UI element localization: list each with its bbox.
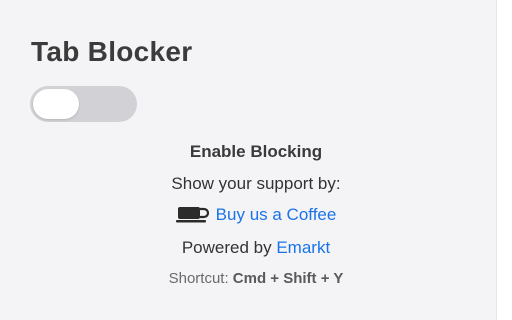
scrollbar-gutter[interactable] (496, 0, 512, 320)
emarkt-link[interactable]: Emarkt (276, 238, 330, 257)
buy-coffee-link[interactable]: Buy us a Coffee (216, 205, 337, 224)
shortcut-keys: Cmd + Shift + Y (232, 270, 344, 287)
support-text: Show your support by: (171, 174, 341, 193)
toggle-knob (33, 89, 79, 119)
powered-by-text: Powered by (181, 238, 272, 257)
scrollbar-divider (496, 0, 497, 320)
powered-by-row: Powered by Emarkt (0, 238, 512, 258)
coffee-cup-icon (175, 206, 210, 228)
enable-blocking-label: Enable Blocking (189, 142, 323, 161)
app-title: Tab Blocker (31, 36, 193, 67)
shortcut-label: Shortcut: (168, 270, 229, 287)
blocking-toggle[interactable] (30, 86, 137, 122)
coffee-row: Buy us a Coffee (0, 205, 512, 228)
popup-panel: Tab Blocker Enable Blocking Show your su… (0, 0, 496, 320)
shortcut-row: Shortcut: Cmd + Shift + Y (0, 270, 512, 287)
